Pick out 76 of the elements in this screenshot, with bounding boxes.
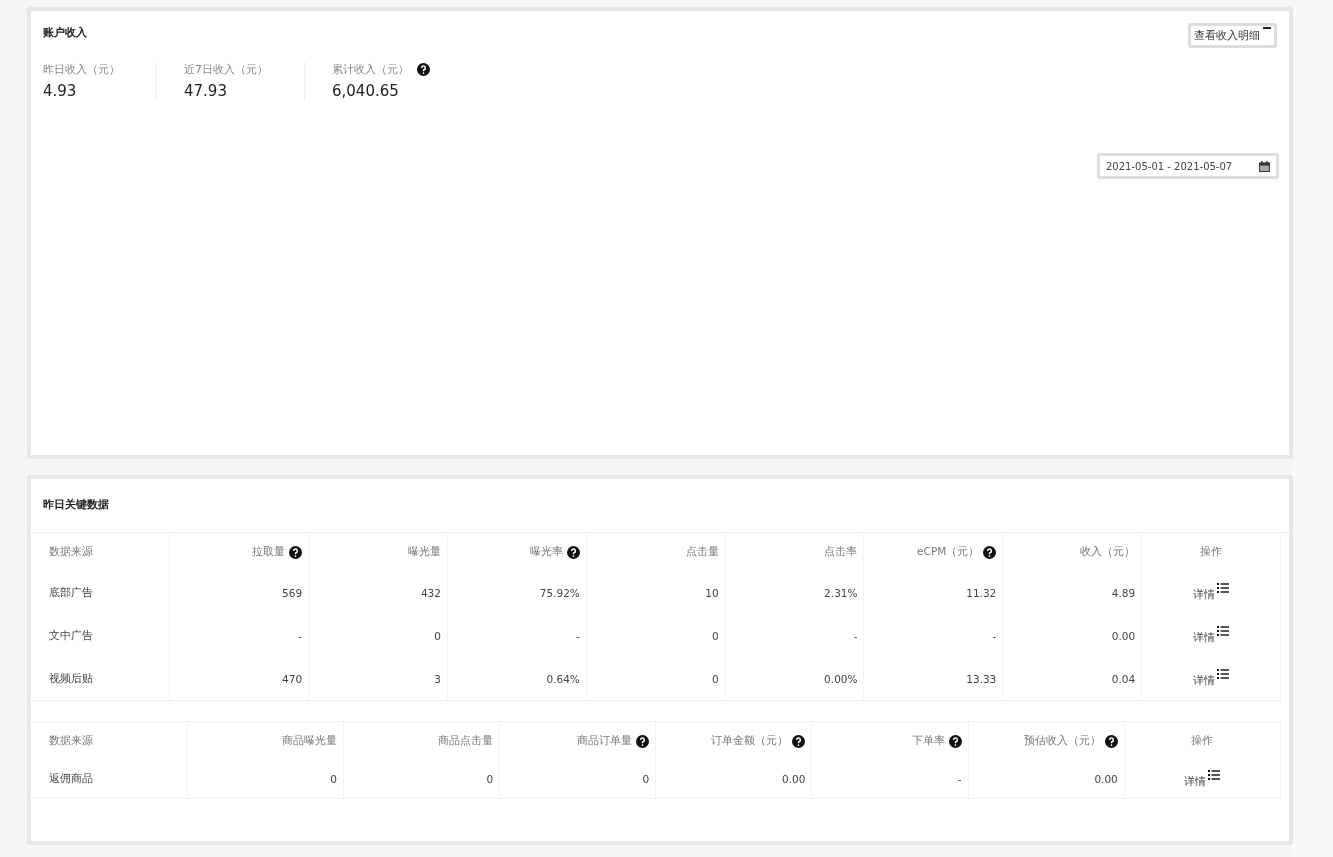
column-header: 点击量 bbox=[685, 545, 719, 559]
column-header: 操作 bbox=[1191, 734, 1214, 748]
table-cell: 432 bbox=[420, 586, 441, 599]
table-cell: 4.89 bbox=[1111, 586, 1136, 599]
table-cell: 470 bbox=[282, 672, 303, 685]
stat-label: 昨日收入（元） bbox=[43, 62, 120, 77]
table-cell: 0 bbox=[711, 672, 719, 685]
table-cell: 569 bbox=[282, 586, 303, 599]
table-cell: 0 bbox=[486, 773, 494, 785]
detail-link[interactable]: 详情 bbox=[1193, 669, 1216, 688]
table-cell: 0 bbox=[434, 629, 441, 642]
stat-label: 近7日收入（元） bbox=[184, 62, 268, 77]
table-cell: 0.00% bbox=[824, 672, 858, 685]
table-cell: 返佣商品 bbox=[49, 772, 93, 784]
table-cell: - bbox=[992, 629, 997, 642]
column-header: 预估收入（元） bbox=[1023, 734, 1101, 748]
help-icon[interactable] bbox=[792, 734, 806, 748]
table-cell: - bbox=[853, 629, 858, 642]
detail-link[interactable]: 详情 bbox=[1184, 769, 1207, 789]
help-icon[interactable] bbox=[417, 63, 430, 76]
table-cell: 3 bbox=[434, 672, 441, 685]
table-cell: 0.64% bbox=[546, 672, 580, 685]
column-header: 收入（元） bbox=[1080, 545, 1136, 559]
column-header: 操作 bbox=[1200, 545, 1223, 559]
list-icon[interactable] bbox=[1208, 769, 1221, 780]
help-icon[interactable] bbox=[983, 545, 997, 559]
table-cell: 底部广告 bbox=[49, 585, 93, 598]
help-icon[interactable] bbox=[289, 545, 303, 559]
detail-button[interactable]: 查看收入明细 bbox=[1188, 23, 1277, 48]
stat-value: 47.93 bbox=[184, 82, 228, 100]
table-cell: 13.33 bbox=[966, 672, 997, 685]
table-cell: 75.92% bbox=[539, 586, 580, 599]
column-header: 点击率 bbox=[824, 545, 858, 559]
table-cell: 0.04 bbox=[1111, 672, 1136, 685]
calendar-icon bbox=[1259, 160, 1270, 172]
minus-icon bbox=[1263, 27, 1271, 29]
column-header: 数据来源 bbox=[49, 545, 93, 559]
table-cell: 2.31% bbox=[824, 586, 858, 599]
stat-value: 6,040.65 bbox=[332, 82, 400, 100]
list-icon[interactable] bbox=[1217, 669, 1230, 679]
table-cell: 11.32 bbox=[966, 586, 997, 599]
column-header: 商品订单量 bbox=[577, 734, 633, 748]
stat-value: 4.93 bbox=[43, 82, 78, 100]
help-icon[interactable] bbox=[566, 545, 580, 559]
detail-link[interactable]: 详情 bbox=[1193, 583, 1216, 602]
table-cell: 0 bbox=[642, 773, 650, 785]
table-cell: 0.00 bbox=[1111, 629, 1136, 642]
card-title: 昨日关键数据 bbox=[43, 497, 109, 512]
list-icon[interactable] bbox=[1217, 626, 1230, 636]
list-icon[interactable] bbox=[1217, 583, 1230, 593]
column-header: 曝光量 bbox=[408, 545, 441, 559]
column-header: 商品曝光量 bbox=[281, 734, 337, 748]
table-cell: 0 bbox=[711, 629, 719, 642]
help-icon[interactable] bbox=[1104, 734, 1118, 748]
help-icon[interactable] bbox=[948, 734, 962, 748]
column-header: 商品点击量 bbox=[438, 734, 494, 748]
table-cell: 0.00 bbox=[1094, 773, 1118, 785]
detail-link[interactable]: 详情 bbox=[1193, 626, 1216, 645]
column-header: 订单金额（元） bbox=[711, 734, 789, 748]
stat-label: 累计收入（元） bbox=[332, 62, 409, 77]
table-cell: 0.00 bbox=[782, 773, 806, 785]
table-cell: 文中广告 bbox=[49, 628, 93, 641]
card-title: 账户收入 bbox=[43, 25, 87, 40]
table-cell: - bbox=[957, 773, 962, 785]
column-header: 曝光率 bbox=[529, 545, 563, 559]
table-cell: - bbox=[576, 629, 580, 642]
table-cell: 0 bbox=[330, 773, 337, 785]
date-range-field[interactable]: 2021-05-01 - 2021-05-07 bbox=[1097, 153, 1279, 179]
table-cell: - bbox=[298, 629, 303, 642]
column-header: 下单率 bbox=[911, 734, 945, 748]
help-icon[interactable] bbox=[636, 734, 650, 748]
column-header: 拉取量 bbox=[252, 545, 286, 559]
table-cell: 视频后贴 bbox=[49, 671, 93, 684]
column-header: eCPM（元） bbox=[917, 545, 980, 559]
column-header: 数据来源 bbox=[49, 734, 93, 748]
table-cell: 10 bbox=[705, 586, 719, 599]
